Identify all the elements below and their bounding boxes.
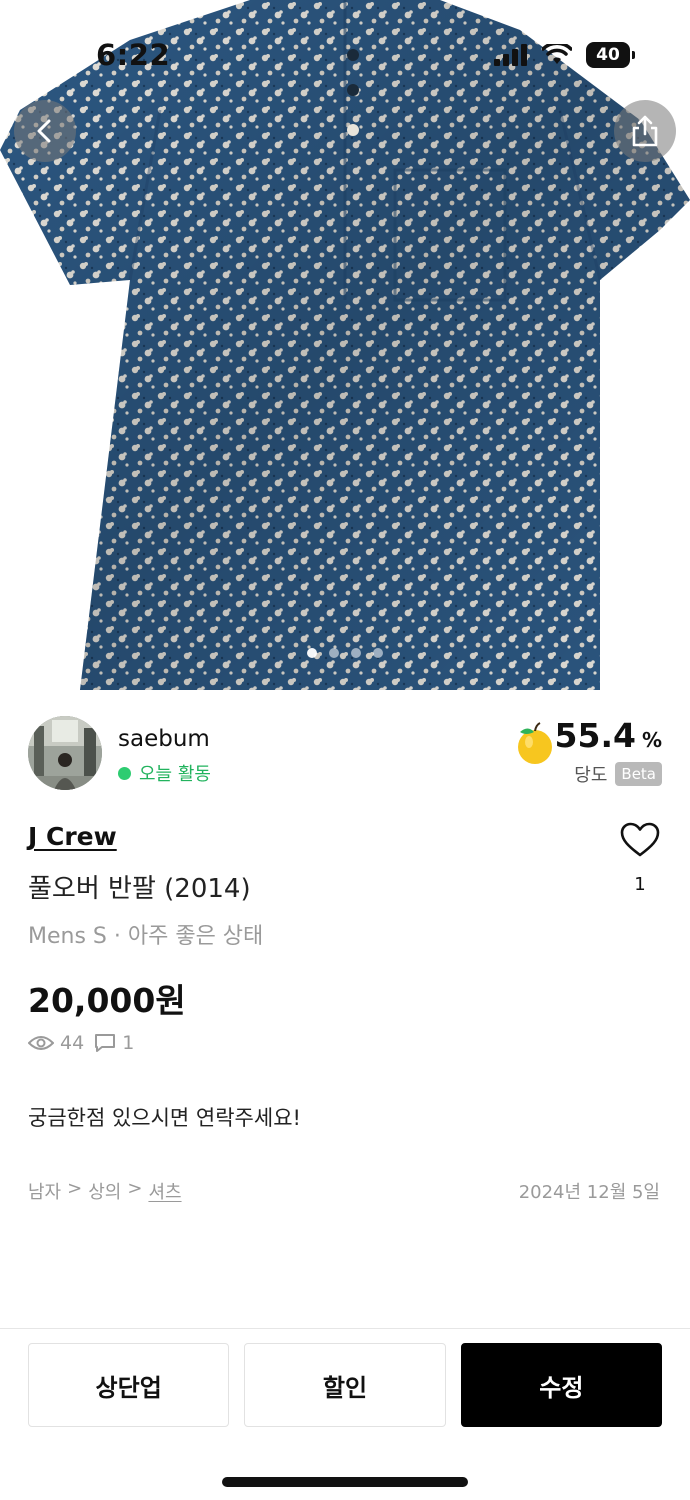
wifi-icon bbox=[542, 44, 572, 64]
breadcrumb-item[interactable]: 상의 bbox=[88, 1178, 121, 1204]
apple-icon bbox=[518, 722, 552, 764]
product-description: 궁금한점 있으시면 연락주세요! bbox=[28, 1106, 301, 1130]
action-bar: 상단업 할인 수정 bbox=[28, 1343, 662, 1427]
online-dot-icon bbox=[118, 766, 131, 780]
product-stats: 44 1 bbox=[28, 1032, 134, 1054]
score-value: 55.4 bbox=[554, 716, 636, 755]
avatar[interactable] bbox=[28, 716, 102, 790]
breadcrumb: 남자 > 상의 > 셔츠 bbox=[28, 1178, 182, 1204]
product-title: 풀오버 반팔 (2014) bbox=[28, 874, 251, 904]
sweetness-score[interactable]: 55.4 % 당도 Beta bbox=[555, 716, 662, 787]
heart-icon bbox=[620, 822, 660, 857]
product-meta: Mens S · 아주 좋은 상태 bbox=[28, 924, 264, 949]
like-button[interactable]: 1 bbox=[618, 822, 662, 895]
page-dot bbox=[329, 648, 339, 658]
bump-button[interactable]: 상단업 bbox=[28, 1343, 230, 1427]
breadcrumb-separator: > bbox=[127, 1178, 143, 1199]
brand-link[interactable]: J Crew bbox=[28, 822, 117, 851]
comments-count: 1 bbox=[122, 1032, 135, 1054]
seller-name[interactable]: saebum bbox=[118, 726, 210, 752]
image-pagination bbox=[0, 648, 690, 658]
score-unit: % bbox=[641, 728, 662, 752]
battery-indicator: 40 bbox=[586, 42, 635, 68]
seller-activity: 오늘 활동 bbox=[118, 760, 211, 786]
status-icons: 40 bbox=[494, 42, 635, 68]
back-button[interactable] bbox=[14, 100, 76, 162]
discount-button[interactable]: 할인 bbox=[244, 1343, 446, 1427]
breadcrumb-separator: > bbox=[67, 1178, 83, 1199]
page-dot bbox=[373, 648, 383, 658]
page-dot bbox=[351, 648, 361, 658]
share-button[interactable] bbox=[614, 100, 676, 162]
breadcrumb-item-current[interactable]: 셔츠 bbox=[148, 1178, 181, 1204]
edit-button[interactable]: 수정 bbox=[460, 1343, 662, 1427]
divider bbox=[0, 1328, 690, 1329]
status-time: 6:22 bbox=[96, 38, 171, 72]
views-count: 44 bbox=[60, 1032, 85, 1054]
beta-badge: Beta bbox=[615, 762, 662, 786]
back-icon bbox=[37, 119, 51, 143]
score-label: 당도 bbox=[574, 765, 608, 786]
comments-stat: 1 bbox=[94, 1032, 134, 1054]
status-bar: 6:22 40 bbox=[0, 0, 690, 110]
comment-icon bbox=[95, 1034, 116, 1052]
signal-icon bbox=[494, 44, 527, 66]
posted-date: 2024년 12월 5일 bbox=[518, 1182, 660, 1203]
page-dot bbox=[307, 648, 317, 658]
breadcrumb-item[interactable]: 남자 bbox=[28, 1178, 61, 1204]
views-stat: 44 bbox=[28, 1032, 84, 1054]
seller-activity-label: 오늘 활동 bbox=[139, 764, 211, 785]
home-indicator bbox=[222, 1477, 468, 1487]
product-price: 20,000원 bbox=[28, 981, 186, 1020]
like-count: 1 bbox=[634, 874, 646, 895]
share-icon bbox=[632, 115, 658, 147]
seller-profile[interactable]: saebum 오늘 활동 55.4 % 당도 Beta bbox=[28, 716, 662, 796]
eye-icon bbox=[28, 1036, 54, 1050]
